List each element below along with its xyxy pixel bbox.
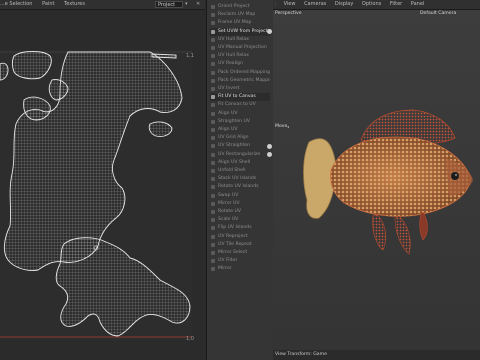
viewport-move-label: Move: [275, 124, 288, 129]
move-handle-icon[interactable]: ◂: [287, 124, 289, 129]
uv-island-small-4: [148, 121, 173, 137]
tool-item[interactable]: Frame UV Map: [210, 19, 270, 27]
tool-item[interactable]: Unfold Shell: [210, 167, 270, 175]
uv-editor-panel: ...e Selection Paint Textures Project ▾ …: [0, 0, 205, 360]
tool-item[interactable]: UV Invert: [210, 85, 270, 93]
uv-island-bottom: [55, 237, 191, 337]
tool-item[interactable]: Align UV Shell: [210, 159, 270, 167]
tool-item[interactable]: UV Hull Relax: [210, 52, 270, 60]
tool-item[interactable]: UV Rectangularize: [210, 151, 270, 159]
viewport-grip-icon: ⋮: [273, 1, 278, 7]
menu-view[interactable]: View: [284, 1, 296, 7]
menu-filter[interactable]: Filter: [390, 1, 402, 7]
tool-item[interactable]: Stack UV Islands: [210, 175, 270, 183]
menu-textures[interactable]: Textures: [64, 1, 85, 7]
menu-paint[interactable]: Paint: [42, 1, 54, 7]
menu-panel[interactable]: Panel: [411, 1, 425, 7]
tool-item[interactable]: UV Realign: [210, 60, 270, 68]
tool-item[interactable]: Rotate UV Islands: [210, 183, 270, 191]
viewport-menubar: ⋮ View Cameras Display Options Filter Pa…: [273, 0, 480, 10]
tool-item[interactable]: Pack Ordered Mapping: [210, 69, 270, 77]
uv-corner-bottom-right: 1,0: [186, 336, 194, 342]
tool-item[interactable]: Orient Project: [210, 3, 270, 11]
tool-item[interactable]: Reclaim UV Map: [210, 11, 270, 19]
tool-item[interactable]: Fit UV to Canvas: [210, 93, 270, 102]
tool-item[interactable]: Pack Geometric Mapping: [210, 77, 270, 85]
uv-mesh-svg: [0, 51, 192, 338]
uv-island-fin: [23, 96, 51, 121]
anal-fin: [394, 215, 411, 255]
tool-item[interactable]: Rotate UV: [210, 208, 270, 216]
viewport-3d[interactable]: [273, 10, 480, 350]
tool-item[interactable]: Mirror: [210, 265, 270, 273]
ventral-fin: [372, 213, 387, 251]
project-dropdown[interactable]: Project: [155, 1, 183, 8]
tool-item[interactable]: UV Manual Projection: [210, 44, 270, 52]
viewport-status-bar: View Transform: Game: [273, 350, 480, 360]
dropdown-arrow-icon: ▾: [185, 1, 188, 7]
tool-item[interactable]: UV Grid Align: [210, 134, 270, 142]
viewport-panel: ⋮ View Cameras Display Options Filter Pa…: [273, 0, 480, 360]
close-icon[interactable]: ✕: [196, 1, 200, 7]
uv-island-small-1: [12, 51, 52, 80]
tool-item[interactable]: Swap UV: [210, 192, 270, 200]
menu-cameras[interactable]: Cameras: [304, 1, 326, 7]
uv-corner-top-right: 1,1: [186, 53, 194, 59]
tool-item[interactable]: UV Hull Relax: [210, 36, 270, 44]
fish-model-svg: [303, 109, 473, 255]
uv-island-strip: [151, 53, 177, 59]
tool-item[interactable]: Set UVW from Projection: [210, 27, 270, 36]
gear-icon[interactable]: [267, 152, 272, 158]
menu-options[interactable]: Options: [362, 1, 381, 7]
menu-display[interactable]: Display: [335, 1, 353, 7]
tool-item[interactable]: Mirror UV: [210, 200, 270, 208]
tool-item[interactable]: Scale UV: [210, 216, 270, 224]
tool-item[interactable]: Align UV: [210, 110, 270, 118]
viewport-camera-label: Default Camera: [420, 11, 457, 16]
uv-island-small-2: [0, 62, 9, 81]
tool-item[interactable]: UV Reproject: [210, 233, 270, 241]
uv-tools-panel: Orient Project Reclaim UV Map Frame UV Map…: [206, 0, 274, 360]
tool-item[interactable]: Fit Canvas to UV: [210, 101, 270, 109]
fish-eye: [451, 172, 459, 180]
uv-canvas[interactable]: [0, 50, 192, 340]
tool-item[interactable]: Mirror Select: [210, 249, 270, 257]
tool-item[interactable]: Straighten UV: [210, 118, 270, 126]
pelvic-fin: [419, 211, 428, 241]
tool-item[interactable]: UV Tile Repeat: [210, 241, 270, 249]
menu-selection[interactable]: ...e Selection: [0, 1, 32, 7]
tool-item[interactable]: Flip UV Islands: [210, 224, 270, 232]
tool-item[interactable]: UV Filter: [210, 257, 270, 265]
gear-icon[interactable]: [267, 143, 272, 149]
viewport-perspective-label: Perspective: [275, 11, 302, 16]
tool-item[interactable]: UV Straighten: [210, 142, 270, 150]
gear-icon[interactable]: [267, 29, 272, 35]
tool-item[interactable]: Align UV: [210, 126, 270, 134]
